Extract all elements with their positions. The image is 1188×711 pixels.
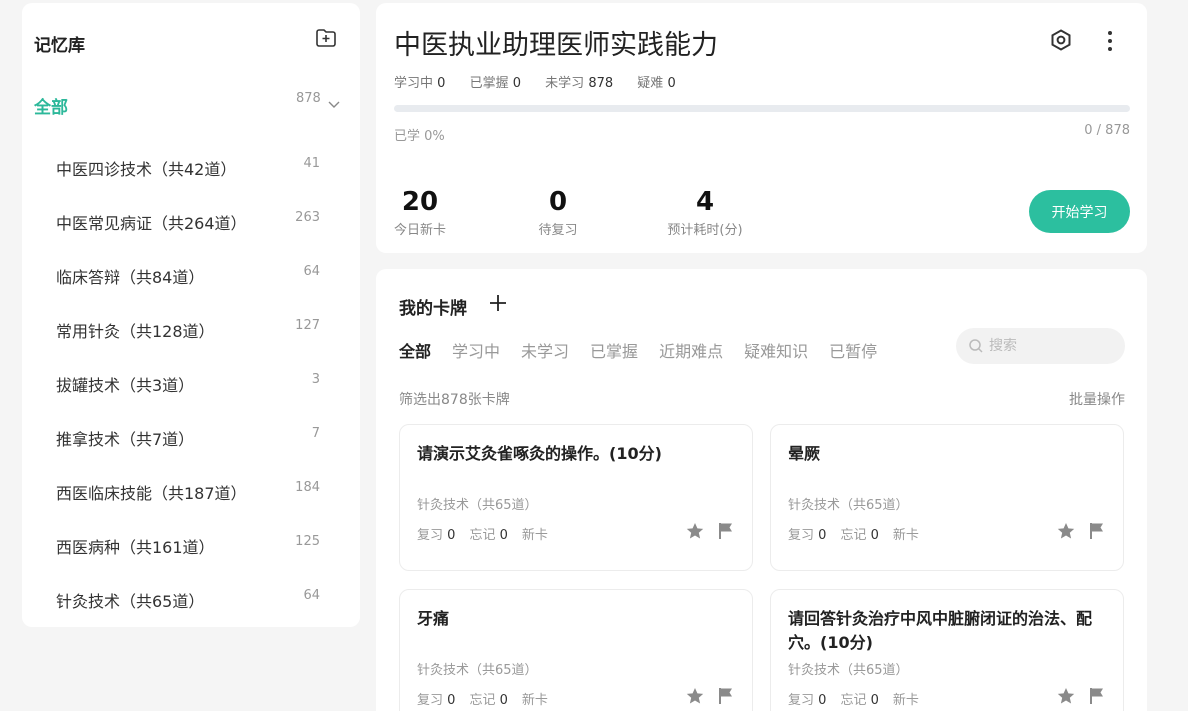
sidebar-item-count: 184 — [295, 480, 320, 495]
sidebar-item-label: 中医常见病证（共264道） — [56, 214, 247, 233]
to-review-count: 0 — [548, 187, 568, 217]
est-time-label: 预计耗时(分) — [667, 223, 743, 238]
est-time-count: 4 — [695, 187, 715, 217]
card-deck-tag: 针灸技术（共65道） — [417, 663, 538, 678]
star-icon[interactable] — [1057, 522, 1075, 540]
card-meta: 复习 0 忘记 0 新卡 — [788, 528, 919, 543]
sidebar-item-count: 125 — [295, 534, 320, 549]
card-state: 新卡 — [521, 693, 548, 708]
card-filter-tabs: 全部 学习中 未学习 已掌握 近期难点 疑难知识 已暂停 — [399, 338, 898, 362]
est-time-stat: 4 预计耗时(分) — [665, 187, 745, 238]
chevron-down-icon[interactable] — [327, 96, 341, 110]
sidebar-item-count: 3 — [311, 372, 320, 387]
stat-unlearned: 未学习 878 — [545, 76, 614, 91]
flag-icon[interactable] — [718, 522, 734, 540]
sidebar-all-count: 878 — [296, 91, 321, 106]
sidebar-item-label: 中医四诊技术（共42道） — [56, 160, 237, 179]
flag-icon[interactable] — [1089, 687, 1105, 705]
sidebar-item[interactable]: 中医四诊技术（共42道） 41 — [34, 146, 348, 186]
deck-stats-row: 学习中 0 已掌握 0 未学习 878 疑难 0 — [394, 72, 696, 91]
today-new-count: 20 — [401, 187, 439, 217]
card-item[interactable]: 晕厥 针灸技术（共65道） 复习 0 忘记 0 新卡 — [770, 424, 1124, 571]
card-question: 请回答针灸治疗中风中脏腑闭证的治法、配穴。(10分) — [788, 609, 1093, 652]
stat-learning: 学习中 0 — [394, 76, 446, 91]
learned-percent: 已学 0% — [394, 129, 445, 144]
sidebar-item-count: 41 — [303, 156, 320, 171]
tab-all[interactable]: 全部 — [399, 338, 431, 362]
to-review-stat: 0 待复习 — [536, 187, 580, 238]
card-item[interactable]: 请演示艾灸雀啄灸的操作。(10分) 针灸技术（共65道） 复习 0 忘记 0 新卡 — [399, 424, 753, 571]
sidebar-item-all[interactable]: 全部 — [34, 93, 68, 118]
star-icon[interactable] — [686, 687, 704, 705]
settings-icon[interactable] — [1050, 29, 1072, 51]
tab-paused[interactable]: 已暂停 — [829, 338, 877, 362]
sidebar-item-label: 常用针灸（共128道） — [56, 322, 215, 341]
card-question: 晕厥 — [788, 444, 821, 463]
add-folder-icon[interactable] — [315, 27, 337, 49]
tab-recent-difficult[interactable]: 近期难点 — [659, 338, 723, 362]
sidebar-item[interactable]: 拔罐技术（共3道） 3 — [34, 362, 348, 402]
sidebar-item[interactable]: 中医常见病证（共264道） 263 — [34, 200, 348, 240]
card-question: 牙痛 — [417, 609, 450, 628]
sidebar-item[interactable]: 针灸技术（共65道） 64 — [34, 578, 348, 618]
add-card-icon[interactable] — [488, 293, 508, 313]
deck-library-sidebar: 记忆库 全部 878 中医四诊技术（共42道） 41 中医常见病证（共264道）… — [22, 3, 360, 627]
my-cards-title: 我的卡牌 — [399, 299, 467, 319]
flag-icon[interactable] — [718, 687, 734, 705]
sidebar-item-label: 推拿技术（共7道） — [56, 430, 195, 449]
stat-difficult: 疑难 0 — [637, 76, 676, 91]
search-icon — [968, 338, 984, 354]
card-item[interactable]: 请回答针灸治疗中风中脏腑闭证的治法、配穴。(10分) 针灸技术（共65道） 复习… — [770, 589, 1124, 711]
card-deck-tag: 针灸技术（共65道） — [417, 498, 538, 513]
card-state: 新卡 — [892, 693, 919, 708]
tab-mastered[interactable]: 已掌握 — [590, 338, 638, 362]
sidebar-item-count: 64 — [303, 264, 320, 279]
flag-icon[interactable] — [1089, 522, 1105, 540]
sidebar-item-label: 拔罐技术（共3道） — [56, 376, 195, 395]
sidebar-item[interactable]: 推拿技术（共7道） 7 — [34, 416, 348, 456]
sidebar-item-count: 7 — [311, 426, 320, 441]
sidebar-item[interactable]: 西医病种（共161道） 125 — [34, 524, 348, 564]
star-icon[interactable] — [686, 522, 704, 540]
today-new-label: 今日新卡 — [393, 223, 446, 238]
sidebar-item-count: 263 — [295, 210, 320, 225]
start-learning-button[interactable]: 开始学习 — [1029, 190, 1130, 233]
card-question: 请演示艾灸雀啄灸的操作。(10分) — [417, 444, 662, 463]
sidebar-item-count: 127 — [295, 318, 320, 333]
sidebar-item-count: 64 — [303, 588, 320, 603]
card-item[interactable]: 牙痛 针灸技术（共65道） 复习 0 忘记 0 新卡 — [399, 589, 753, 711]
sidebar-title: 记忆库 — [34, 36, 85, 56]
card-meta: 复习 0 忘记 0 新卡 — [788, 693, 919, 708]
sidebar-item[interactable]: 常用针灸（共128道） 127 — [34, 308, 348, 348]
deck-overview-card: 中医执业助理医师实践能力 学习中 0 已掌握 0 未学习 878 疑难 0 已学… — [376, 3, 1147, 253]
tab-difficult-knowledge[interactable]: 疑难知识 — [744, 338, 808, 362]
batch-operation-link[interactable]: 批量操作 — [1069, 389, 1125, 409]
learned-ratio: 0 / 878 — [1084, 123, 1130, 138]
card-deck-tag: 针灸技术（共65道） — [788, 663, 909, 678]
tab-learning[interactable]: 学习中 — [452, 338, 500, 362]
card-state: 新卡 — [892, 528, 919, 543]
sidebar-item[interactable]: 临床答辩（共84道） 64 — [34, 254, 348, 294]
star-icon[interactable] — [1057, 687, 1075, 705]
card-meta: 复习 0 忘记 0 新卡 — [417, 528, 548, 543]
today-new-stat: 20 今日新卡 — [393, 187, 447, 238]
sidebar-item-label: 西医临床技能（共187道） — [56, 484, 247, 503]
filter-result-text: 筛选出878张卡牌 — [399, 392, 510, 408]
search-input[interactable] — [989, 336, 1114, 356]
card-deck-tag: 针灸技术（共65道） — [788, 498, 909, 513]
my-cards-panel: 我的卡牌 全部学习中未学习已掌握近期难点疑难知识已暂停 筛选出878张卡牌 批量… — [376, 269, 1147, 711]
sidebar-item-label: 针灸技术（共65道） — [56, 592, 205, 611]
card-search[interactable] — [956, 328, 1125, 364]
sidebar-item[interactable]: 西医临床技能（共187道） 184 — [34, 470, 348, 510]
tab-unlearned[interactable]: 未学习 — [521, 338, 569, 362]
stat-mastered: 已掌握 0 — [469, 76, 522, 91]
card-state: 新卡 — [521, 528, 548, 543]
card-meta: 复习 0 忘记 0 新卡 — [417, 693, 548, 708]
sidebar-item-label: 临床答辩（共84道） — [56, 268, 205, 287]
more-options-icon[interactable] — [1100, 29, 1120, 53]
to-review-label: 待复习 — [538, 223, 578, 238]
sidebar-item-label: 西医病种（共161道） — [56, 538, 215, 557]
progress-bar — [394, 105, 1130, 112]
deck-title: 中医执业助理医师实践能力 — [394, 30, 718, 61]
